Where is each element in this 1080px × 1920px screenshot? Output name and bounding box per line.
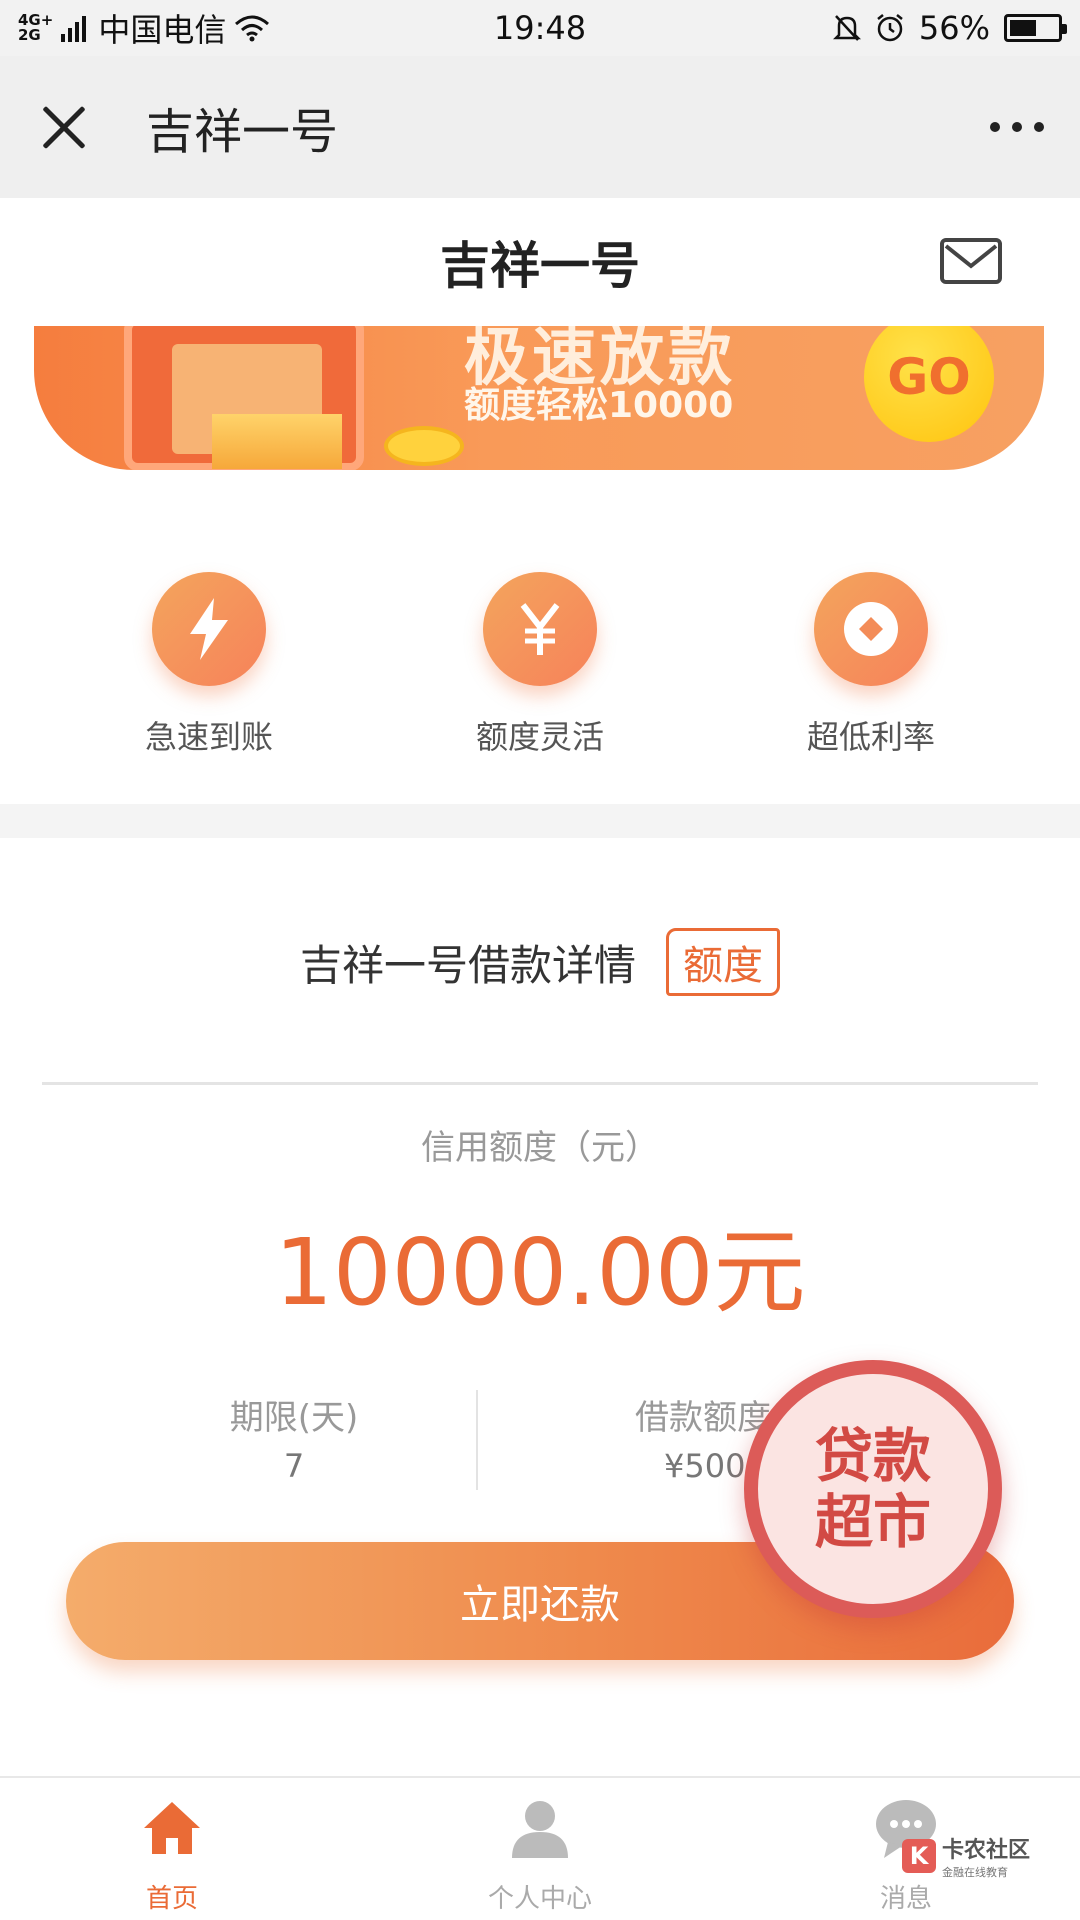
watermark: K 卡农社区 金融在线教育	[902, 1832, 1030, 1880]
detail-title-row: 吉祥一号借款详情 额度	[0, 928, 1080, 996]
home-icon	[144, 1802, 200, 1854]
quota-tag: 额度	[666, 928, 780, 996]
feature-low-interest[interactable]: 超低利率	[756, 572, 986, 758]
watermark-title: 卡农社区	[942, 1838, 1031, 1863]
feature-fast-arrival[interactable]: 急速到账	[94, 572, 324, 758]
banner-container: 极速放款 额度轻松10000 GO	[0, 326, 1080, 486]
watermark-subtitle: 金融在线教育	[942, 1866, 1008, 1879]
nav-bar: 吉祥一号	[0, 56, 1080, 198]
watermark-text: 卡农社区 金融在线教育	[942, 1832, 1030, 1880]
watermark-logo-icon: K	[902, 1839, 936, 1873]
tab-label: 首页	[145, 1884, 198, 1914]
network-type-bottom: 2G	[18, 26, 41, 44]
feature-label: 超低利率	[806, 718, 935, 756]
go-button[interactable]: GO	[864, 326, 994, 442]
credit-amount: 10000.00元	[274, 1219, 806, 1326]
network-type: 4G+ 2G	[18, 13, 53, 43]
banner-subline: 额度轻松10000	[464, 385, 734, 426]
coin-illustration	[384, 426, 464, 466]
loan-detail-section: 吉祥一号借款详情 额度 信用额度（元） 10000.00元 期限(天) 7 借款…	[0, 838, 1080, 1778]
page-header: 吉祥一号	[0, 198, 1080, 326]
feature-label: 急速到账	[144, 718, 273, 756]
features-section: 急速到账 额度灵活 超低利率	[0, 486, 1080, 804]
badge-line1: 贷款	[814, 1422, 931, 1490]
term-stat: 期限(天) 7	[104, 1390, 484, 1485]
signal-icon	[61, 14, 87, 42]
badge-line2: 超市	[814, 1488, 931, 1556]
tab-label: 消息	[879, 1884, 932, 1914]
battery-percent: 56%	[918, 9, 990, 47]
more-options-icon[interactable]	[990, 112, 1044, 142]
mail-icon[interactable]	[940, 238, 1002, 284]
status-right: 56%	[832, 9, 1067, 47]
alarm-icon	[877, 14, 903, 42]
tab-home[interactable]: 首页	[72, 1796, 272, 1915]
divider	[42, 1082, 1038, 1085]
safe-illustration	[124, 326, 364, 470]
feature-label: 额度灵活	[475, 718, 604, 756]
credit-label: 信用额度（元）	[421, 1128, 659, 1168]
tab-personal-center[interactable]: 个人中心	[440, 1796, 640, 1915]
user-icon	[512, 1801, 568, 1858]
tab-label: 个人中心	[487, 1884, 592, 1914]
loan-market-badge[interactable]: 贷款 超市	[744, 1360, 1002, 1618]
coin-icon	[814, 572, 928, 686]
yen-icon	[483, 572, 597, 686]
term-label: 期限(天)	[229, 1398, 359, 1438]
carrier-name: 中国电信	[98, 11, 227, 49]
page-title: 吉祥一号	[440, 237, 640, 295]
wifi-icon	[235, 15, 270, 42]
stat-separator	[476, 1390, 478, 1490]
lightning-icon	[152, 572, 266, 686]
status-left: 4G+ 2G 中国电信	[18, 5, 270, 51]
close-icon[interactable]	[36, 99, 92, 155]
promo-banner[interactable]: 极速放款 额度轻松10000 GO	[34, 326, 1044, 470]
detail-title: 吉祥一号借款详情	[299, 940, 636, 990]
feature-flexible-quota[interactable]: 额度灵活	[425, 572, 655, 758]
mute-bell-icon	[832, 15, 861, 41]
term-value: 7	[283, 1447, 305, 1485]
battery-icon	[1004, 14, 1067, 42]
battery-fill	[1010, 20, 1036, 36]
nav-title: 吉祥一号	[146, 104, 339, 160]
status-bar: 4G+ 2G 中国电信 19:48 56%	[0, 0, 1080, 56]
